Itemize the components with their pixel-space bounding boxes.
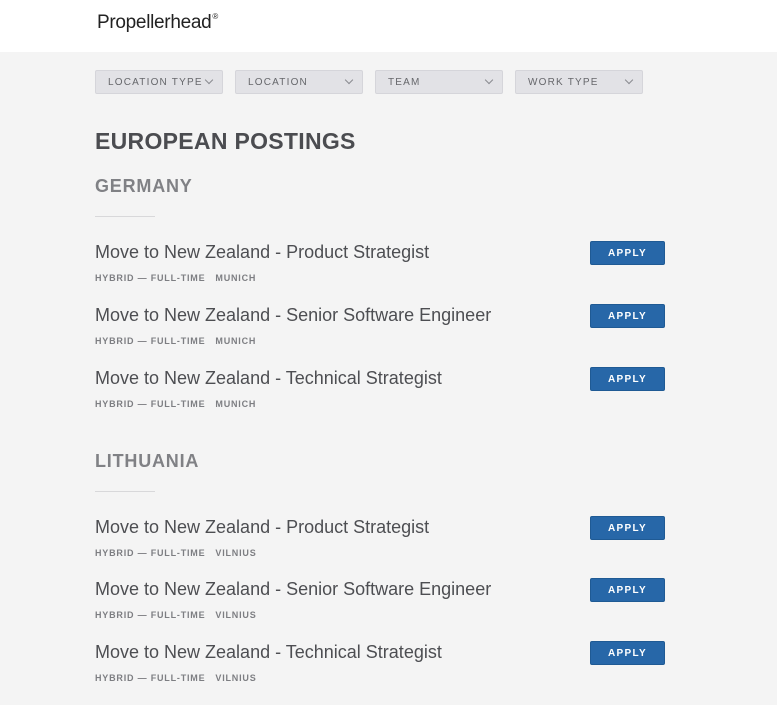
posting-location: MUNICH	[215, 273, 257, 283]
apply-button[interactable]: APPLY	[590, 578, 665, 602]
posting-group-lithuania: LITHUANIA Move to New Zealand - Product …	[95, 451, 667, 683]
posting-title-link[interactable]: Move to New Zealand - Product Strategist	[95, 242, 429, 263]
posting-commitment: HYBRID — FULL-TIME	[95, 673, 206, 683]
filter-work-type[interactable]: WORK TYPE	[515, 70, 643, 94]
posting-item: Move to New Zealand - Product Strategist…	[95, 516, 667, 567]
filter-label: LOCATION TYPE	[108, 76, 203, 88]
chevron-down-icon	[204, 75, 214, 85]
posting-commitment: HYBRID — FULL-TIME	[95, 399, 206, 409]
posting-title-link[interactable]: Move to New Zealand - Senior Software En…	[95, 305, 491, 326]
apply-button[interactable]: APPLY	[590, 516, 665, 540]
posting-item: Move to New Zealand - Senior Software En…	[95, 304, 667, 355]
filter-label: TEAM	[388, 76, 421, 88]
brand-name: Propellerhead	[97, 12, 212, 33]
posting-location: VILNIUS	[215, 673, 257, 683]
chevron-down-icon	[344, 75, 354, 85]
chevron-down-icon	[624, 75, 634, 85]
posting-meta: HYBRID — FULL-TIME MUNICH	[95, 336, 256, 346]
posting-item: Move to New Zealand - Senior Software En…	[95, 578, 667, 629]
posting-location: VILNIUS	[215, 548, 257, 558]
posting-meta: HYBRID — FULL-TIME VILNIUS	[95, 673, 257, 683]
group-divider	[95, 491, 155, 492]
page-title: EUROPEAN POSTINGS	[95, 128, 356, 154]
brand-registered-mark: ®	[212, 11, 219, 21]
posting-item: Move to New Zealand - Technical Strategi…	[95, 367, 667, 418]
site-header: Propellerhead®	[0, 0, 777, 52]
group-divider	[95, 216, 155, 217]
apply-button[interactable]: APPLY	[590, 641, 665, 665]
posting-location: MUNICH	[215, 336, 257, 346]
posting-commitment: HYBRID — FULL-TIME	[95, 273, 206, 283]
posting-title-link[interactable]: Move to New Zealand - Technical Strategi…	[95, 642, 442, 663]
apply-button[interactable]: APPLY	[590, 241, 665, 265]
filter-label: WORK TYPE	[528, 76, 599, 88]
posting-meta: HYBRID — FULL-TIME VILNIUS	[95, 610, 257, 620]
posting-meta: HYBRID — FULL-TIME MUNICH	[95, 399, 256, 409]
apply-button[interactable]: APPLY	[590, 304, 665, 328]
filter-location[interactable]: LOCATION	[235, 70, 363, 94]
apply-button[interactable]: APPLY	[590, 367, 665, 391]
posting-commitment: HYBRID — FULL-TIME	[95, 610, 206, 620]
posting-item: Move to New Zealand - Technical Strategi…	[95, 641, 667, 692]
posting-commitment: HYBRID — FULL-TIME	[95, 336, 206, 346]
filter-location-type[interactable]: LOCATION TYPE	[95, 70, 223, 94]
posting-commitment: HYBRID — FULL-TIME	[95, 548, 206, 558]
posting-meta: HYBRID — FULL-TIME MUNICH	[95, 273, 256, 283]
posting-location: MUNICH	[215, 399, 257, 409]
posting-item: Move to New Zealand - Product Strategist…	[95, 241, 667, 292]
posting-location: VILNIUS	[215, 610, 257, 620]
posting-meta: HYBRID — FULL-TIME VILNIUS	[95, 548, 257, 558]
posting-title-link[interactable]: Move to New Zealand - Senior Software En…	[95, 579, 491, 600]
group-title: LITHUANIA	[95, 451, 200, 471]
brand-logo[interactable]: Propellerhead®	[97, 12, 218, 34]
group-title: GERMANY	[95, 176, 193, 196]
filter-bar: LOCATION TYPE LOCATION TEAM WORK TYPE	[95, 70, 643, 94]
chevron-down-icon	[484, 75, 494, 85]
filter-label: LOCATION	[248, 76, 308, 88]
filter-team[interactable]: TEAM	[375, 70, 503, 94]
posting-group-germany: GERMANY Move to New Zealand - Product St…	[95, 176, 667, 409]
posting-title-link[interactable]: Move to New Zealand - Technical Strategi…	[95, 368, 442, 389]
posting-title-link[interactable]: Move to New Zealand - Product Strategist	[95, 517, 429, 538]
